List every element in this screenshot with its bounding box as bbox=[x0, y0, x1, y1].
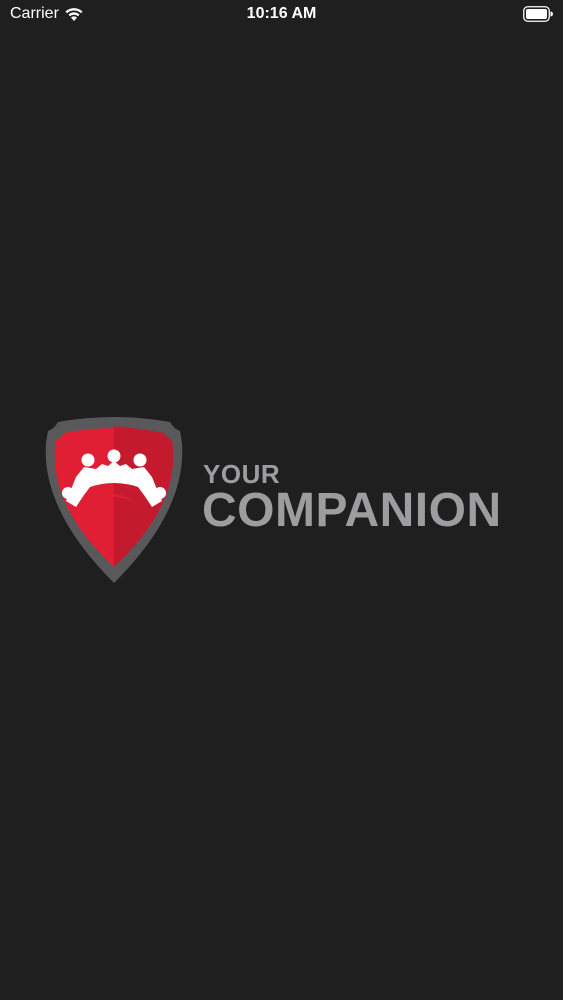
status-time: 10:16 AM bbox=[246, 5, 317, 22]
app-logo: YOUR COMPANION bbox=[40, 415, 530, 585]
status-bar: Carrier 10:16 AM bbox=[0, 0, 563, 30]
shield-icon bbox=[45, 417, 183, 583]
brand-text-companion: COMPANION bbox=[202, 484, 502, 537]
splash-screen: Carrier 10:16 AM YOUR COMPANION bbox=[0, 0, 563, 1000]
battery-icon bbox=[523, 6, 553, 22]
